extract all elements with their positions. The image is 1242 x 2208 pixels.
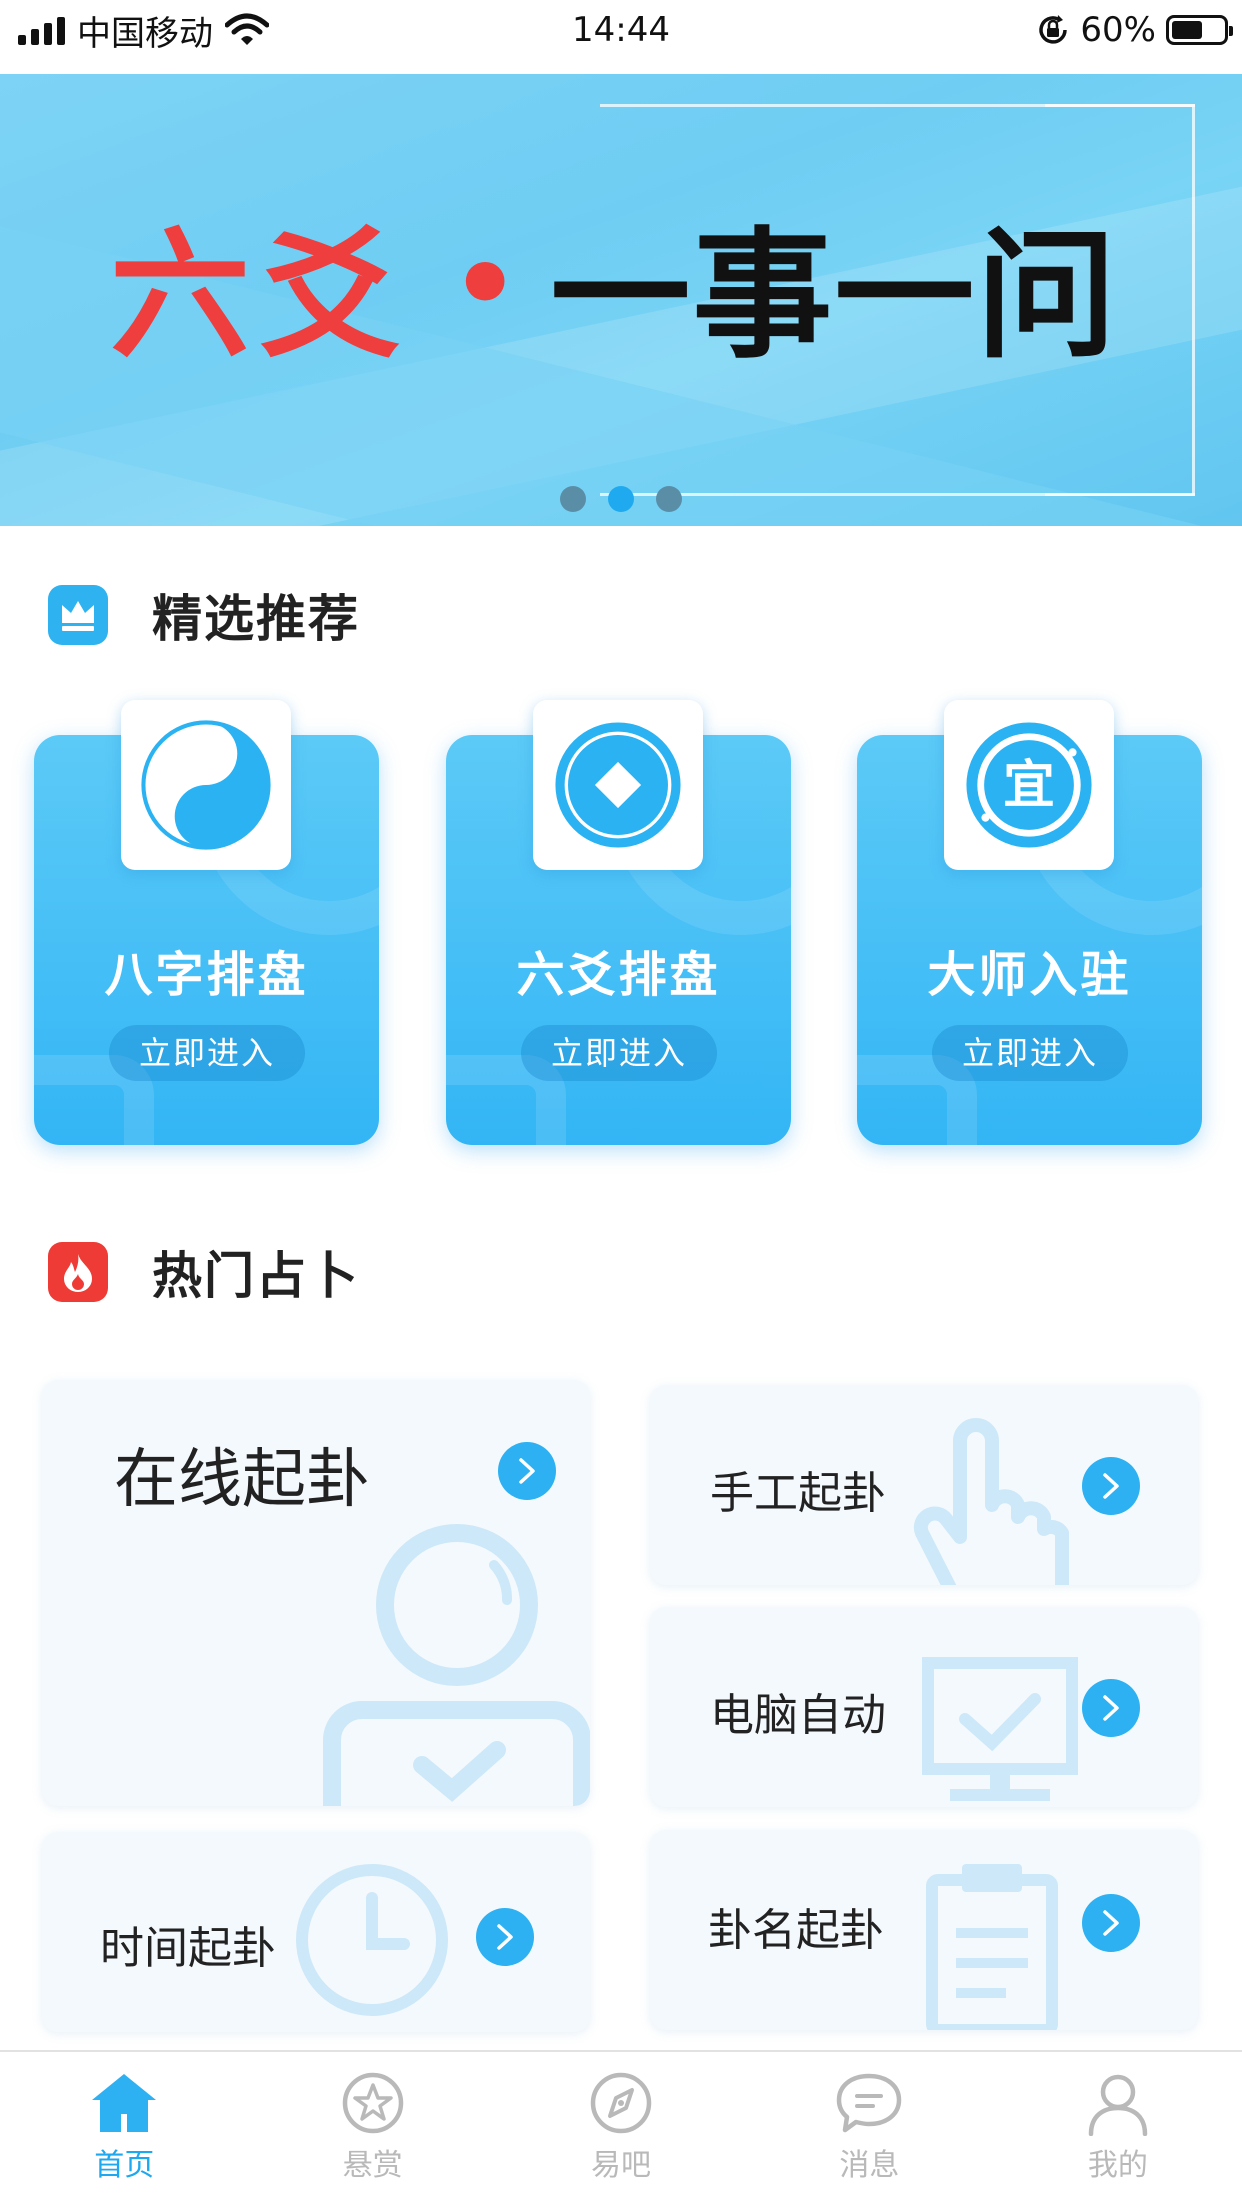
yin-yang-icon-box	[121, 700, 291, 870]
hot-section-header: 热门占卜	[48, 1237, 360, 1307]
banner-carousel[interactable]: 六爻 • 一事一问	[0, 74, 1242, 526]
tab-label: 首页	[94, 2148, 155, 2183]
chevron-right-icon[interactable]	[1082, 1457, 1140, 1515]
carousel-dot[interactable]	[656, 486, 682, 512]
chevron-right-icon[interactable]	[498, 1442, 556, 1500]
featured-title: 精选推荐	[152, 590, 360, 648]
tab-label: 悬赏	[342, 2148, 403, 2183]
coin-icon	[555, 722, 681, 848]
svg-text:宜: 宜	[1003, 756, 1055, 816]
home-icon	[89, 2068, 159, 2138]
hot-card-computer[interactable]: 电脑自动	[650, 1607, 1198, 1807]
battery-icon	[1166, 15, 1233, 45]
tab-reward[interactable]: 悬赏	[248, 2052, 496, 2208]
enter-button[interactable]: 立即进入	[109, 1025, 305, 1081]
seal-icon: 宜	[966, 722, 1092, 848]
status-right: 60%	[1036, 8, 1233, 52]
tab-home[interactable]: 首页	[0, 2052, 248, 2208]
monitor-check-icon	[922, 1657, 1078, 1801]
hot-card-label: 手工起卦	[710, 1468, 886, 1519]
hot-card-name[interactable]: 卦名起卦	[650, 1830, 1198, 2030]
hot-card-label: 电脑自动	[710, 1690, 886, 1741]
user-icon	[1083, 2068, 1153, 2138]
hot-card-time[interactable]: 时间起卦	[42, 1832, 590, 2032]
hot-card-label: 在线起卦	[114, 1443, 370, 1517]
person-check-icon	[323, 1524, 590, 1806]
chevron-right-icon[interactable]	[1082, 1679, 1140, 1737]
chevron-right-icon[interactable]	[476, 1908, 534, 1966]
featured-card-label: 六爻排盘	[516, 947, 721, 1003]
tab-messages[interactable]: 消息	[745, 2052, 993, 2208]
featured-card-label: 大师入驻	[927, 947, 1132, 1003]
battery-fill	[1172, 21, 1202, 39]
tab-profile[interactable]: 我的	[994, 2052, 1242, 2208]
featured-card-label: 八字排盘	[104, 947, 309, 1003]
hot-card-label: 时间起卦	[100, 1923, 276, 1974]
tab-label: 我的	[1087, 2148, 1148, 2183]
bottom-tab-bar: 首页 悬赏 易吧 消息 我的	[0, 2050, 1242, 2208]
hot-card-handmade[interactable]: 手工起卦	[650, 1385, 1198, 1585]
clipboard-icon	[926, 1864, 1058, 2030]
clock-icon	[296, 1864, 448, 2016]
star-badge-icon	[338, 2068, 408, 2138]
tab-yiba[interactable]: 易吧	[497, 2052, 745, 2208]
enter-button[interactable]: 立即进入	[521, 1025, 717, 1081]
seal-icon-box: 宜	[944, 700, 1114, 870]
featured-section-header: 精选推荐	[48, 580, 360, 650]
tab-label: 消息	[839, 2148, 900, 2183]
banner-title-black: 一事一问	[550, 215, 1119, 378]
flame-icon	[48, 1242, 108, 1302]
chevron-right-icon[interactable]	[1082, 1894, 1140, 1952]
hot-title: 热门占卜	[152, 1247, 360, 1305]
hand-pointer-icon	[913, 1418, 1069, 1585]
battery-percent: 60%	[1080, 10, 1156, 50]
compass-icon	[586, 2068, 656, 2138]
yin-yang-icon	[141, 720, 271, 850]
status-bar: 中国移动 14:44 60%	[0, 0, 1242, 74]
banner-title-dot: •	[450, 220, 521, 348]
carousel-dot[interactable]	[608, 486, 634, 512]
hot-card-online[interactable]: 在线起卦	[42, 1380, 590, 1806]
enter-button[interactable]: 立即进入	[932, 1025, 1128, 1081]
hot-card-label: 卦名起卦	[708, 1905, 884, 1956]
carousel-indicator	[0, 486, 1242, 512]
chat-icon	[834, 2068, 904, 2138]
banner-title-red: 六爻	[110, 215, 411, 378]
rotation-lock-icon	[1039, 15, 1068, 44]
crown-icon	[48, 585, 108, 645]
banner-title: 六爻 • 一事一问	[110, 204, 1118, 378]
coin-icon-box	[533, 700, 703, 870]
carousel-dot[interactable]	[560, 486, 586, 512]
tab-label: 易吧	[591, 2148, 652, 2183]
